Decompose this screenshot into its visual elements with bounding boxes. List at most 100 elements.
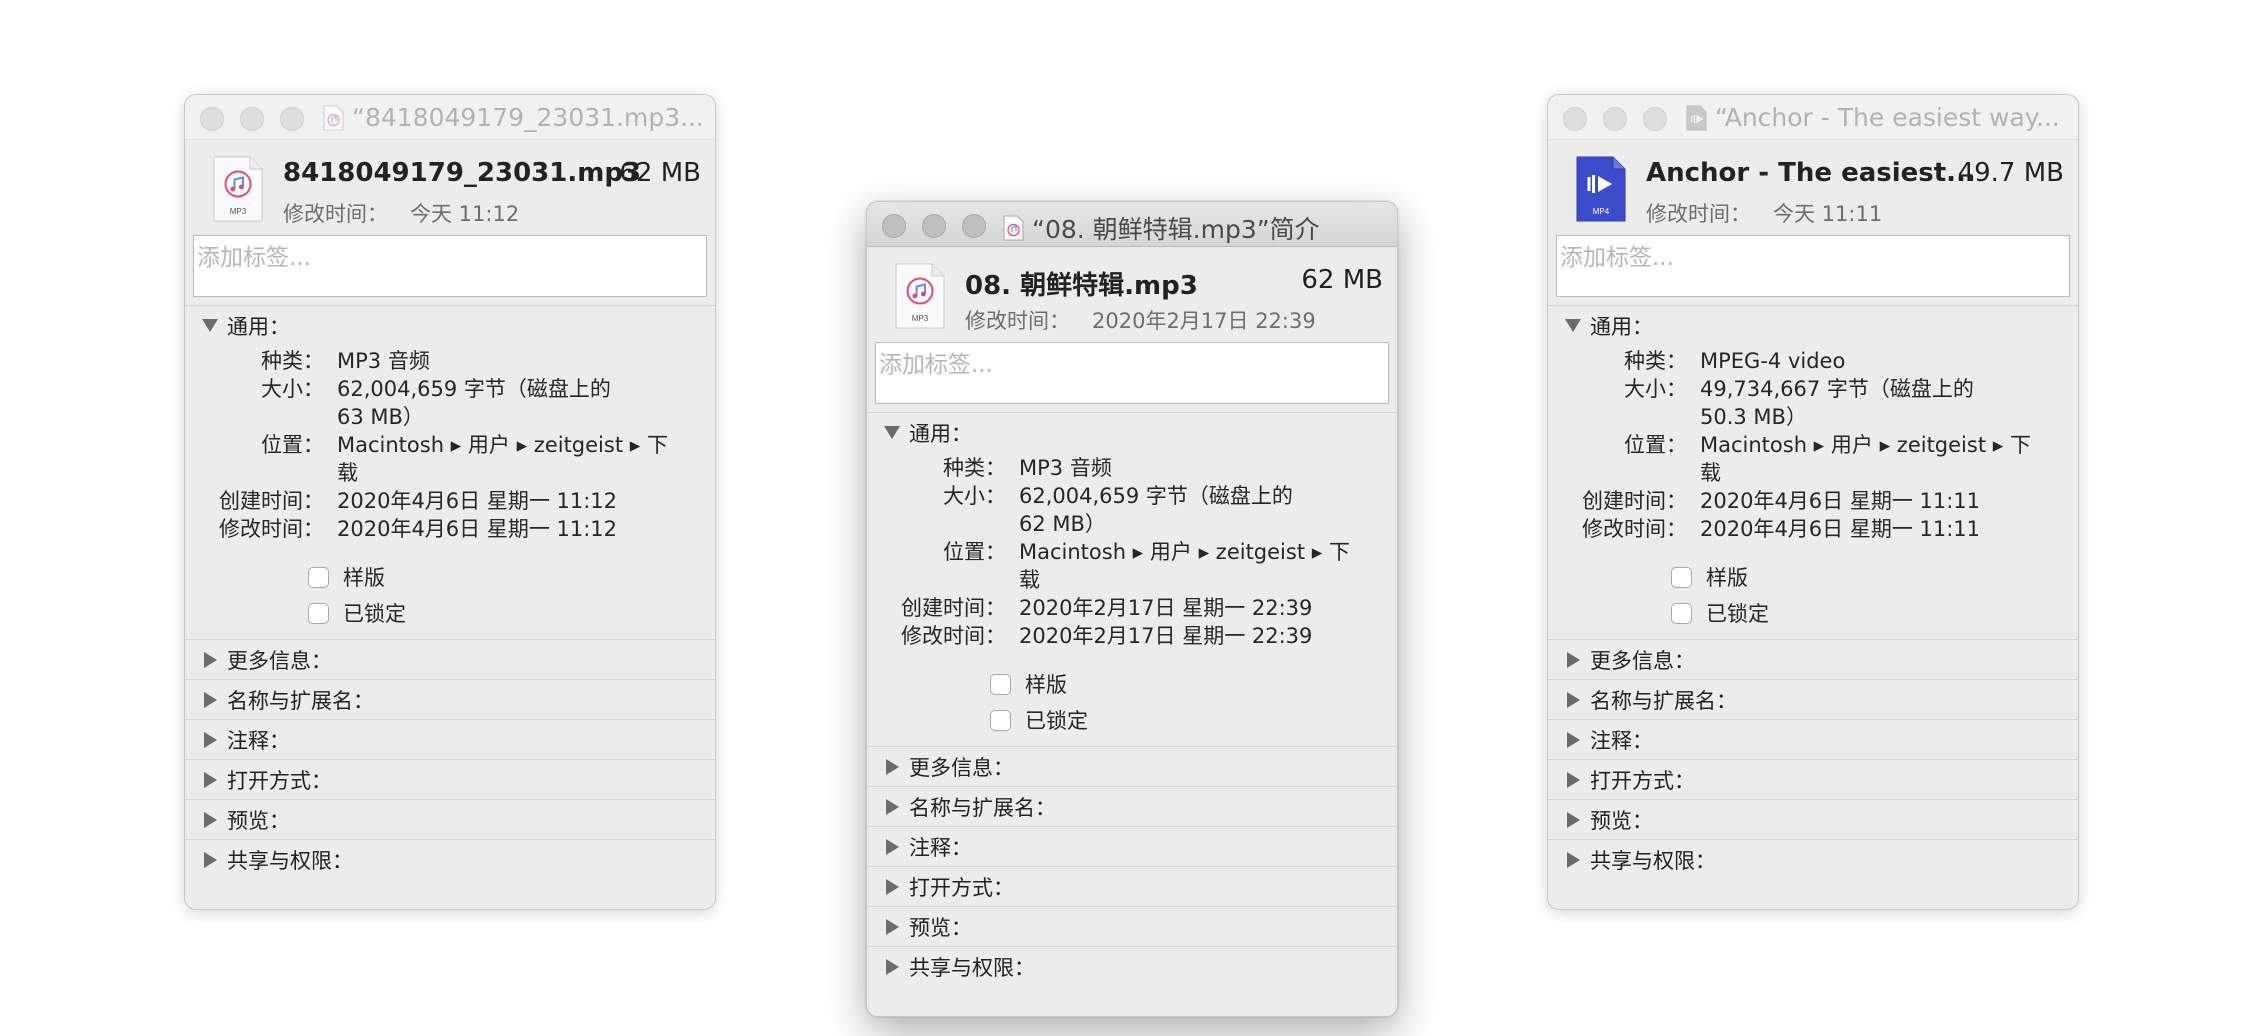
kind-label: 种类： — [1624, 349, 1687, 373]
tags-field[interactable]: 添加标签... — [1556, 235, 2070, 297]
locked-checkbox[interactable]: 已锁定 — [1671, 595, 2078, 631]
disclosure-right-icon — [886, 958, 899, 975]
checkbox-icon — [1671, 602, 1692, 624]
modified-line: 修改时间： 2020年2月17日 22:39 — [965, 305, 1316, 335]
checkbox-icon — [308, 566, 329, 588]
name-extension-section-toggle[interactable]: 名称与扩展名： — [867, 786, 1397, 826]
sharing-section-toggle[interactable]: 共享与权限： — [1548, 839, 2078, 879]
disclosure-right-icon — [1567, 771, 1580, 788]
open-with-section-toggle[interactable]: 打开方式： — [867, 866, 1397, 906]
modified-line: 修改时间： 今天 11:11 — [1646, 198, 1882, 228]
modified-detail-label: 修改时间： — [219, 517, 324, 541]
minimize-button[interactable] — [1603, 107, 1627, 131]
disclosure-right-icon — [1567, 731, 1580, 748]
title-bar[interactable]: “8418049179_23031.mp3... — [185, 95, 715, 140]
where-value: Macintosh ▸ 用户 ▸ zeitgeist ▸ 下载 — [1019, 540, 1350, 592]
comments-section-toggle[interactable]: 注释： — [867, 826, 1397, 866]
locked-checkbox[interactable]: 已锁定 — [990, 702, 1397, 738]
more-info-section-toggle[interactable]: 更多信息： — [1548, 639, 2078, 679]
stationery-checkbox[interactable]: 样版 — [308, 559, 715, 595]
tags-field[interactable]: 添加标签... — [875, 342, 1389, 404]
comments-label: 注释： — [227, 728, 290, 753]
general-section-toggle[interactable]: 通用： — [185, 306, 715, 345]
title-bar[interactable]: “Anchor - The easiest way... — [1548, 95, 2078, 140]
minimize-button[interactable] — [922, 214, 946, 238]
more-info-section-toggle[interactable]: 更多信息： — [867, 746, 1397, 786]
modified-label: 修改时间： — [283, 202, 388, 226]
general-details: 种类： MPEG-4 video 大小： 49,734,667 字节（磁盘上的 50… — [1548, 345, 2078, 543]
name-extension-section-toggle[interactable]: 名称与扩展名： — [1548, 679, 2078, 719]
general-section-toggle[interactable]: 通用： — [1548, 306, 2078, 345]
minimize-button[interactable] — [240, 107, 264, 131]
preview-section-toggle[interactable]: 预览： — [867, 906, 1397, 946]
tags-field[interactable]: 添加标签... — [193, 235, 707, 297]
window-title: “08. 朝鲜特辑.mp3”简介 — [1003, 210, 1383, 246]
disclosure-right-icon — [204, 811, 217, 828]
where-value: Macintosh ▸ 用户 ▸ zeitgeist ▸ 下载 — [1700, 433, 2031, 485]
comments-section-toggle[interactable]: 注释： — [1548, 719, 2078, 759]
created-value: 2020年2月17日 星期一 22:39 — [1019, 596, 1313, 620]
created-label: 创建时间： — [1582, 489, 1687, 513]
comments-section-toggle[interactable]: 注释： — [185, 719, 715, 759]
window-title-text: “Anchor - The easiest way... — [1715, 103, 2060, 132]
audio-file-icon — [1003, 215, 1024, 241]
modified-label: 修改时间： — [1646, 202, 1751, 226]
video-file-icon — [1686, 105, 1707, 130]
size-label: 大小： — [261, 377, 324, 401]
window-title: “Anchor - The easiest way... — [1686, 103, 2064, 132]
locked-checkbox[interactable]: 已锁定 — [308, 595, 715, 631]
created-label: 创建时间： — [901, 596, 1006, 620]
general-details: 种类： MP3 音频 大小： 62,004,659 字节（磁盘上的 62 MB） 位… — [867, 452, 1397, 650]
general-label: 通用： — [227, 314, 290, 339]
stationery-checkbox[interactable]: 样版 — [990, 666, 1397, 702]
more-info-label: 更多信息： — [227, 648, 332, 673]
zoom-button[interactable] — [280, 107, 304, 131]
audio-file-icon — [323, 105, 344, 130]
general-label: 通用： — [1590, 314, 1653, 339]
sharing-section-toggle[interactable]: 共享与权限： — [867, 946, 1397, 986]
checkbox-icon — [308, 602, 329, 624]
window-title-text: “8418049179_23031.mp3... — [352, 103, 701, 132]
more-info-section-toggle[interactable]: 更多信息： — [185, 639, 715, 679]
zoom-button[interactable] — [1643, 107, 1667, 131]
modified-detail-label: 修改时间： — [901, 624, 1006, 648]
name-extension-section-toggle[interactable]: 名称与扩展名： — [185, 679, 715, 719]
info-window-mp3-2: “08. 朝鲜特辑.mp3”简介 MP3 08. 朝鲜特辑.mp3 62 MB … — [866, 201, 1398, 1017]
disclosure-right-icon — [1567, 691, 1580, 708]
where-label: 位置： — [1624, 433, 1687, 457]
name-extension-label: 名称与扩展名： — [227, 688, 374, 713]
close-button[interactable] — [1563, 107, 1587, 131]
preview-label: 预览： — [909, 915, 972, 940]
locked-label: 已锁定 — [1025, 709, 1088, 733]
open-with-label: 打开方式： — [1590, 768, 1695, 793]
open-with-label: 打开方式： — [227, 768, 332, 793]
size-label: 大小： — [1624, 377, 1687, 401]
preview-section-toggle[interactable]: 预览： — [185, 799, 715, 839]
disclosure-right-icon — [204, 651, 217, 668]
created-label: 创建时间： — [219, 489, 324, 513]
traffic-lights — [882, 214, 986, 238]
general-section-toggle[interactable]: 通用： — [867, 413, 1397, 452]
sharing-label: 共享与权限： — [1590, 848, 1716, 873]
size-label: 大小： — [943, 484, 1006, 508]
disclosure-down-icon — [1565, 319, 1581, 332]
checkbox-icon — [990, 709, 1011, 731]
sharing-section-toggle[interactable]: 共享与权限： — [185, 839, 715, 879]
mp3-file-icon: MP3 — [895, 263, 945, 329]
close-button[interactable] — [200, 107, 224, 131]
kind-label: 种类： — [943, 456, 1006, 480]
zoom-button[interactable] — [962, 214, 986, 238]
open-with-section-toggle[interactable]: 打开方式： — [185, 759, 715, 799]
where-value: Macintosh ▸ 用户 ▸ zeitgeist ▸ 下载 — [337, 433, 668, 485]
close-button[interactable] — [882, 214, 906, 238]
where-label: 位置： — [261, 433, 324, 457]
modified-line: 修改时间： 今天 11:12 — [283, 198, 519, 228]
disclosure-right-icon — [204, 851, 217, 868]
size-value: 62,004,659 字节（磁盘上的 62 MB） — [1019, 484, 1293, 536]
disclosure-right-icon — [886, 918, 899, 935]
modified-label: 修改时间： — [965, 309, 1070, 333]
title-bar[interactable]: “08. 朝鲜特辑.mp3”简介 — [867, 202, 1397, 247]
preview-section-toggle[interactable]: 预览： — [1548, 799, 2078, 839]
open-with-section-toggle[interactable]: 打开方式： — [1548, 759, 2078, 799]
stationery-checkbox[interactable]: 样版 — [1671, 559, 2078, 595]
